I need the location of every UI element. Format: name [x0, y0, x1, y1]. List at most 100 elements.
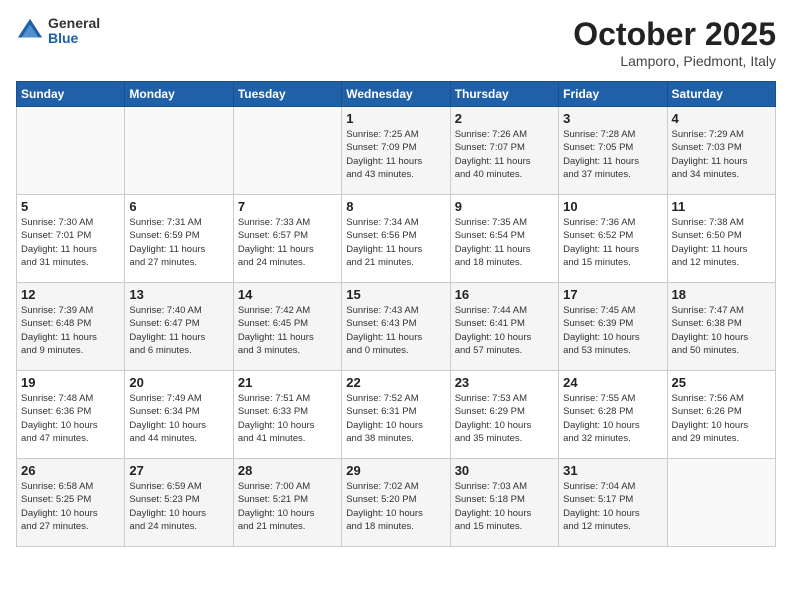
day-info: Sunrise: 7:39 AM Sunset: 6:48 PM Dayligh…	[21, 304, 120, 357]
day-number: 20	[129, 375, 228, 390]
day-number: 11	[672, 199, 771, 214]
calendar-cell: 9Sunrise: 7:35 AM Sunset: 6:54 PM Daylig…	[450, 195, 558, 283]
day-info: Sunrise: 7:56 AM Sunset: 6:26 PM Dayligh…	[672, 392, 771, 445]
day-number: 21	[238, 375, 337, 390]
weekday-header-row: SundayMondayTuesdayWednesdayThursdayFrid…	[17, 82, 776, 107]
weekday-header: Tuesday	[233, 82, 341, 107]
day-info: Sunrise: 7:38 AM Sunset: 6:50 PM Dayligh…	[672, 216, 771, 269]
day-info: Sunrise: 7:51 AM Sunset: 6:33 PM Dayligh…	[238, 392, 337, 445]
day-number: 4	[672, 111, 771, 126]
day-number: 24	[563, 375, 662, 390]
day-info: Sunrise: 7:47 AM Sunset: 6:38 PM Dayligh…	[672, 304, 771, 357]
day-info: Sunrise: 7:49 AM Sunset: 6:34 PM Dayligh…	[129, 392, 228, 445]
calendar-cell: 4 Sunrise: 7:29 AM Sunset: 7:03 PM Daylig…	[667, 107, 775, 195]
day-number: 1	[346, 111, 445, 126]
day-number: 25	[672, 375, 771, 390]
weekday-header: Sunday	[17, 82, 125, 107]
day-number: 22	[346, 375, 445, 390]
day-info: Sunrise: 7:00 AM Sunset: 5:21 PM Dayligh…	[238, 480, 337, 533]
calendar-cell: 12Sunrise: 7:39 AM Sunset: 6:48 PM Dayli…	[17, 283, 125, 371]
calendar-cell: 16 Sunrise: 7:44 AM Sunset: 6:41 PM Dayli…	[450, 283, 558, 371]
day-info: Sunrise: 7:33 AM Sunset: 6:57 PM Dayligh…	[238, 216, 337, 269]
day-number: 17	[563, 287, 662, 302]
calendar-cell: 22 Sunrise: 7:52 AM Sunset: 6:31 PM Dayli…	[342, 371, 450, 459]
day-number: 16	[455, 287, 554, 302]
day-info: Sunrise: 7:44 AM Sunset: 6:41 PM Dayligh…	[455, 304, 554, 357]
day-number: 8	[346, 199, 445, 214]
calendar-week-row: 26 Sunrise: 6:58 AM Sunset: 5:25 PM Dayli…	[17, 459, 776, 547]
calendar-week-row: 5Sunrise: 7:30 AM Sunset: 7:01 PM Daylig…	[17, 195, 776, 283]
day-info: Sunrise: 7:52 AM Sunset: 6:31 PM Dayligh…	[346, 392, 445, 445]
calendar-table: SundayMondayTuesdayWednesdayThursdayFrid…	[16, 81, 776, 547]
calendar-week-row: 1 Sunrise: 7:25 AM Sunset: 7:09 PM Daylig…	[17, 107, 776, 195]
calendar-cell: 2 Sunrise: 7:26 AM Sunset: 7:07 PM Daylig…	[450, 107, 558, 195]
day-number: 31	[563, 463, 662, 478]
day-number: 10	[563, 199, 662, 214]
calendar-cell: 5Sunrise: 7:30 AM Sunset: 7:01 PM Daylig…	[17, 195, 125, 283]
weekday-header: Monday	[125, 82, 233, 107]
logo-text: General Blue	[48, 16, 100, 47]
calendar-cell: 30Sunrise: 7:03 AM Sunset: 5:18 PM Dayli…	[450, 459, 558, 547]
calendar-cell: 3 Sunrise: 7:28 AM Sunset: 7:05 PM Daylig…	[559, 107, 667, 195]
calendar-cell: 25 Sunrise: 7:56 AM Sunset: 6:26 PM Dayli…	[667, 371, 775, 459]
day-info: Sunrise: 7:25 AM Sunset: 7:09 PM Dayligh…	[346, 128, 445, 181]
weekday-header: Wednesday	[342, 82, 450, 107]
day-number: 28	[238, 463, 337, 478]
day-number: 14	[238, 287, 337, 302]
day-info: Sunrise: 7:55 AM Sunset: 6:28 PM Dayligh…	[563, 392, 662, 445]
day-info: Sunrise: 7:04 AM Sunset: 5:17 PM Dayligh…	[563, 480, 662, 533]
day-number: 6	[129, 199, 228, 214]
day-info: Sunrise: 6:59 AM Sunset: 5:23 PM Dayligh…	[129, 480, 228, 533]
logo-icon	[16, 17, 44, 45]
calendar-cell: 6 Sunrise: 7:31 AM Sunset: 6:59 PM Daylig…	[125, 195, 233, 283]
title-section: October 2025 Lamporo, Piedmont, Italy	[573, 16, 776, 69]
weekday-header: Thursday	[450, 82, 558, 107]
day-info: Sunrise: 7:35 AM Sunset: 6:54 PM Dayligh…	[455, 216, 554, 269]
day-info: Sunrise: 6:58 AM Sunset: 5:25 PM Dayligh…	[21, 480, 120, 533]
calendar-cell: 11 Sunrise: 7:38 AM Sunset: 6:50 PM Dayli…	[667, 195, 775, 283]
page-header: General Blue October 2025 Lamporo, Piedm…	[16, 16, 776, 69]
location: Lamporo, Piedmont, Italy	[573, 53, 776, 69]
day-number: 5	[21, 199, 120, 214]
day-info: Sunrise: 7:29 AM Sunset: 7:03 PM Dayligh…	[672, 128, 771, 181]
logo: General Blue	[16, 16, 100, 47]
day-number: 26	[21, 463, 120, 478]
day-info: Sunrise: 7:48 AM Sunset: 6:36 PM Dayligh…	[21, 392, 120, 445]
day-info: Sunrise: 7:40 AM Sunset: 6:47 PM Dayligh…	[129, 304, 228, 357]
weekday-header: Friday	[559, 82, 667, 107]
calendar-cell	[233, 107, 341, 195]
calendar-cell: 24 Sunrise: 7:55 AM Sunset: 6:28 PM Dayli…	[559, 371, 667, 459]
logo-general: General	[48, 16, 100, 31]
day-info: Sunrise: 7:36 AM Sunset: 6:52 PM Dayligh…	[563, 216, 662, 269]
calendar-week-row: 19Sunrise: 7:48 AM Sunset: 6:36 PM Dayli…	[17, 371, 776, 459]
calendar-cell: 26 Sunrise: 6:58 AM Sunset: 5:25 PM Dayli…	[17, 459, 125, 547]
calendar-cell: 14 Sunrise: 7:42 AM Sunset: 6:45 PM Dayli…	[233, 283, 341, 371]
calendar-cell: 21 Sunrise: 7:51 AM Sunset: 6:33 PM Dayli…	[233, 371, 341, 459]
calendar-cell: 15Sunrise: 7:43 AM Sunset: 6:43 PM Dayli…	[342, 283, 450, 371]
calendar-week-row: 12Sunrise: 7:39 AM Sunset: 6:48 PM Dayli…	[17, 283, 776, 371]
day-number: 29	[346, 463, 445, 478]
calendar-cell: 17Sunrise: 7:45 AM Sunset: 6:39 PM Dayli…	[559, 283, 667, 371]
day-info: Sunrise: 7:43 AM Sunset: 6:43 PM Dayligh…	[346, 304, 445, 357]
day-number: 18	[672, 287, 771, 302]
day-number: 3	[563, 111, 662, 126]
day-number: 27	[129, 463, 228, 478]
calendar-cell: 18 Sunrise: 7:47 AM Sunset: 6:38 PM Dayli…	[667, 283, 775, 371]
calendar-cell: 28 Sunrise: 7:00 AM Sunset: 5:21 PM Dayli…	[233, 459, 341, 547]
logo-blue: Blue	[48, 31, 100, 46]
day-info: Sunrise: 7:26 AM Sunset: 7:07 PM Dayligh…	[455, 128, 554, 181]
day-number: 2	[455, 111, 554, 126]
day-info: Sunrise: 7:28 AM Sunset: 7:05 PM Dayligh…	[563, 128, 662, 181]
day-info: Sunrise: 7:53 AM Sunset: 6:29 PM Dayligh…	[455, 392, 554, 445]
day-info: Sunrise: 7:31 AM Sunset: 6:59 PM Dayligh…	[129, 216, 228, 269]
calendar-cell: 19Sunrise: 7:48 AM Sunset: 6:36 PM Dayli…	[17, 371, 125, 459]
calendar-cell: 7Sunrise: 7:33 AM Sunset: 6:57 PM Daylig…	[233, 195, 341, 283]
calendar-cell: 29Sunrise: 7:02 AM Sunset: 5:20 PM Dayli…	[342, 459, 450, 547]
day-info: Sunrise: 7:42 AM Sunset: 6:45 PM Dayligh…	[238, 304, 337, 357]
calendar-cell: 13 Sunrise: 7:40 AM Sunset: 6:47 PM Dayli…	[125, 283, 233, 371]
calendar-cell: 20 Sunrise: 7:49 AM Sunset: 6:34 PM Dayli…	[125, 371, 233, 459]
calendar-cell	[125, 107, 233, 195]
weekday-header: Saturday	[667, 82, 775, 107]
calendar-cell: 8Sunrise: 7:34 AM Sunset: 6:56 PM Daylig…	[342, 195, 450, 283]
day-number: 13	[129, 287, 228, 302]
